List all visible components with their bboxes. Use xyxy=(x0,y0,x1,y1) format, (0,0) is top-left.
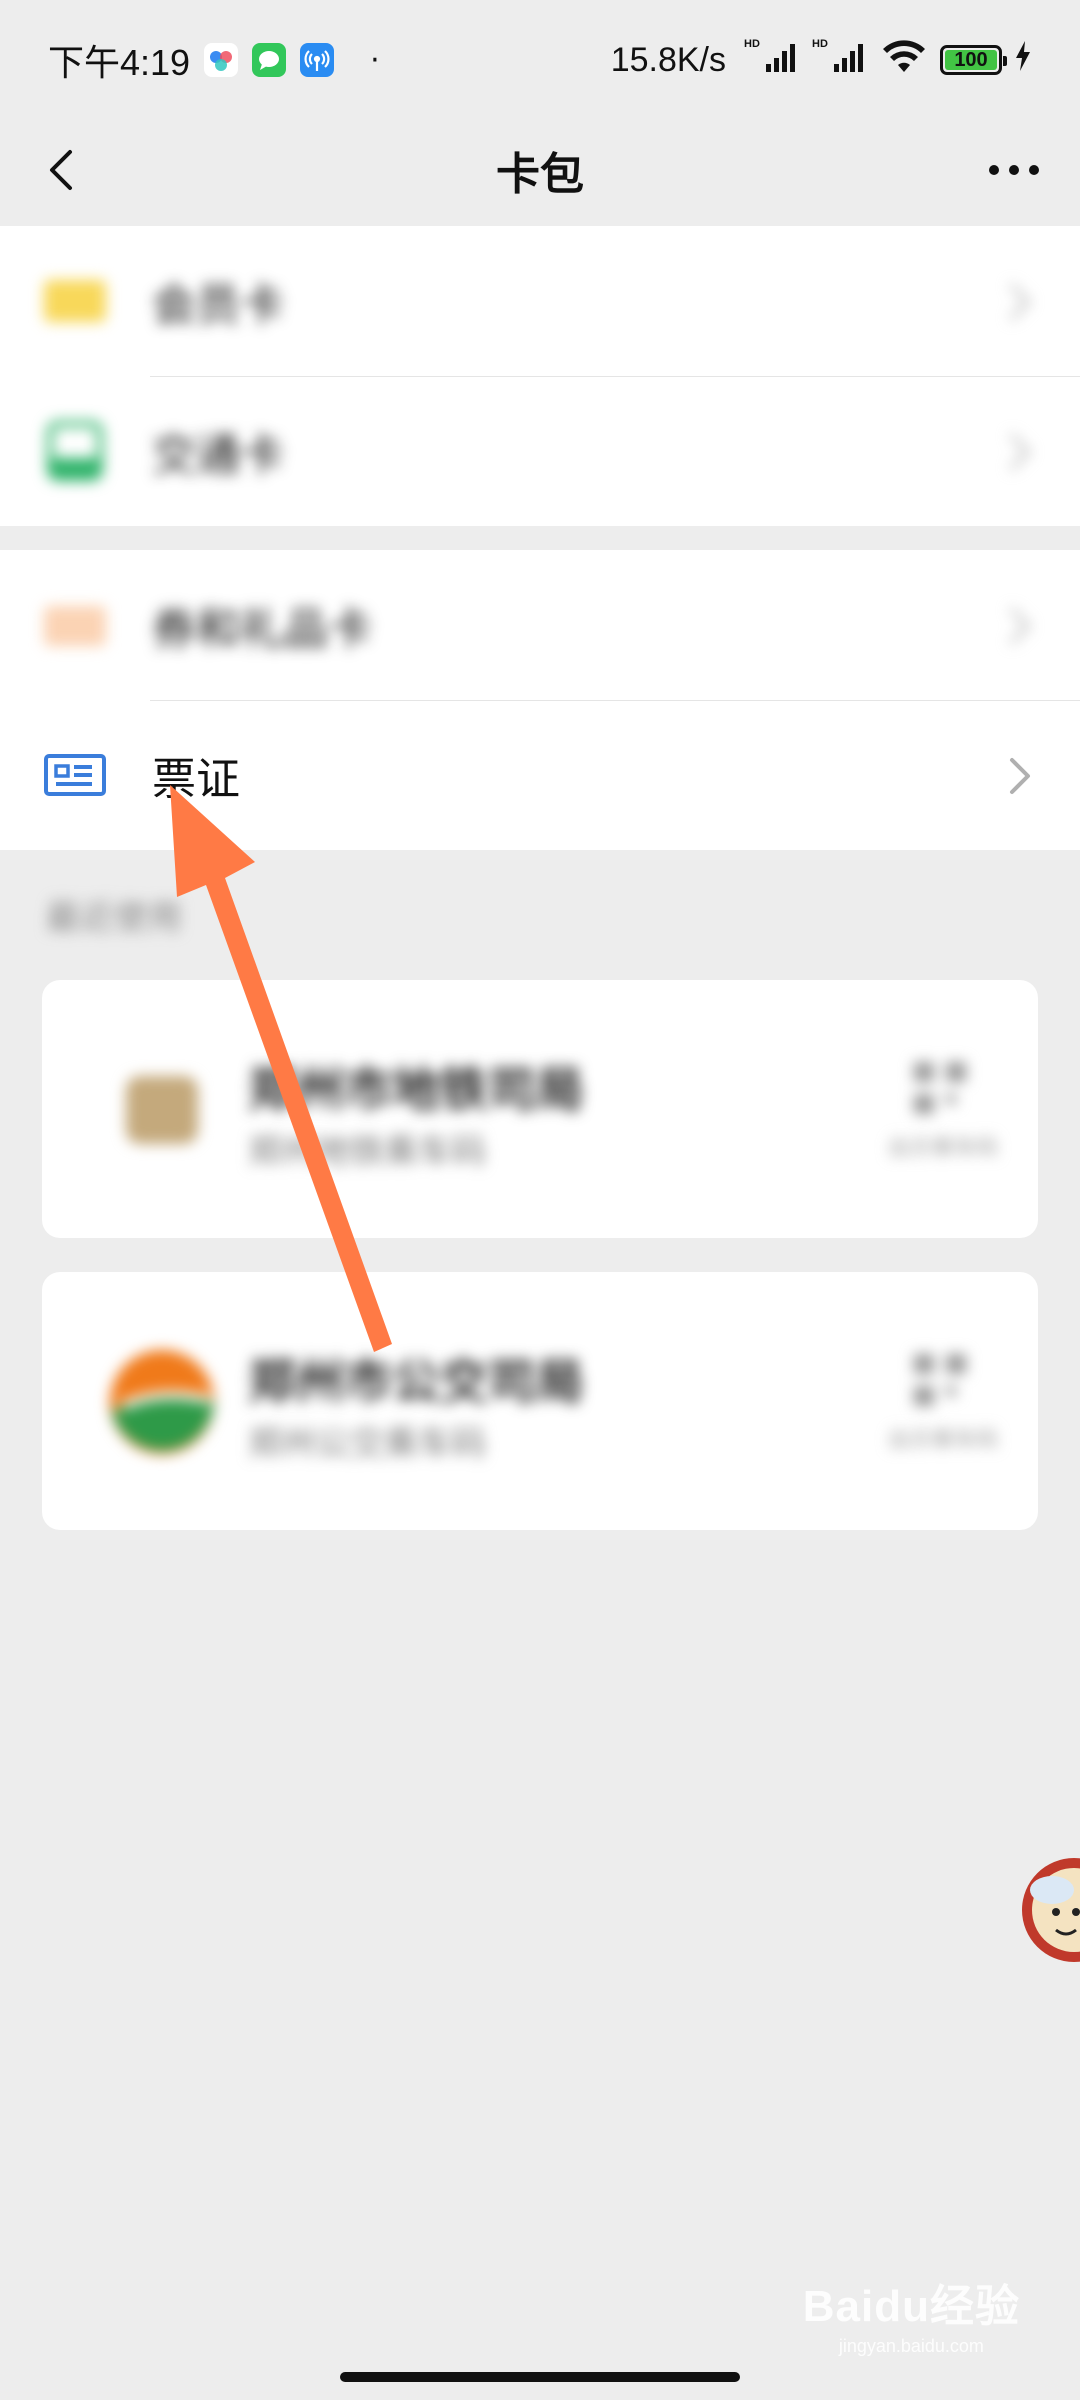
chevron-right-icon xyxy=(1006,430,1034,474)
charging-icon xyxy=(1014,40,1032,81)
divider xyxy=(150,700,1080,701)
list-item-coupons-gift-cards[interactable]: 券和礼品卡 xyxy=(0,550,1080,700)
recent-card-subtitle: 郑州公交乘车码 xyxy=(248,1424,486,1464)
recent-card-subtitle: 郑州地铁乘车码 xyxy=(248,1132,486,1172)
notification-dot: · xyxy=(370,42,380,78)
watermark-url: jingyan.baidu.com xyxy=(838,2336,984,2356)
qr-code-icon xyxy=(912,1060,968,1116)
watermark-logo: Baidu经验 xyxy=(802,2282,1020,2331)
hotspot-icon xyxy=(300,43,335,77)
bus-logo-icon xyxy=(102,1342,222,1462)
home-indicator[interactable] xyxy=(340,2372,740,2382)
list-item-label: 交通卡 xyxy=(152,430,284,481)
qr-code-label: 出示乘车码 xyxy=(887,1136,998,1161)
floating-mascot-icon[interactable] xyxy=(1012,1830,1080,1974)
svg-text:HD: HD xyxy=(744,38,760,50)
list-item-membership-card[interactable]: 会员卡 xyxy=(0,226,1080,376)
qr-code-icon xyxy=(912,1352,968,1408)
recent-card-name: 郑州市公交司局 xyxy=(248,1354,585,1410)
network-speed: 15.8K/s xyxy=(610,40,726,79)
wifi-icon xyxy=(880,38,928,83)
transit-card-icon xyxy=(42,418,108,484)
membership-card-icon xyxy=(42,268,108,334)
chevron-right-icon xyxy=(1006,280,1034,324)
coupon-icon xyxy=(42,592,108,658)
divider xyxy=(150,376,1080,377)
list-item-transit-card[interactable]: 交通卡 xyxy=(0,376,1080,526)
recent-card-name: 郑州市地铁司局 xyxy=(248,1062,585,1118)
battery-icon: 100 xyxy=(940,45,1007,75)
list-item-label: 券和礼品卡 xyxy=(152,604,372,655)
status-time: 下午4:19 xyxy=(48,42,191,83)
back-icon[interactable] xyxy=(36,140,96,200)
signal-icon-2: HD xyxy=(812,36,868,85)
recent-card-metro[interactable]: 郑州市地铁司局 郑州地铁乘车码 出示乘车码 xyxy=(42,980,1038,1238)
page-title: 卡包 xyxy=(496,149,584,200)
list-item-label: 会员卡 xyxy=(152,280,284,331)
chevron-right-icon xyxy=(1006,604,1034,648)
card-group-1: 会员卡 交通卡 xyxy=(0,226,1080,526)
id-card-icon xyxy=(42,742,108,808)
qr-code-label: 出示乘车码 xyxy=(887,1428,998,1453)
recent-section-header: 最近使用 xyxy=(46,898,182,938)
card-group-2: 券和礼品卡 票证 xyxy=(0,550,1080,850)
baidu-netdisk-icon xyxy=(204,43,239,77)
chevron-right-icon xyxy=(1006,754,1034,798)
watermark: Baidu经验 jingyan.baidu.com xyxy=(803,2270,1020,2357)
svg-text:HD: HD xyxy=(812,38,828,50)
list-item-label: 票证 xyxy=(152,754,240,805)
battery-level: 100 xyxy=(954,48,988,71)
signal-icon: HD xyxy=(744,36,800,85)
messages-icon xyxy=(252,43,287,77)
nav-bar: 卡包 xyxy=(0,120,1080,220)
recent-card-bus[interactable]: 郑州市公交司局 郑州公交乘车码 出示乘车码 xyxy=(42,1272,1038,1530)
metro-logo-icon xyxy=(102,1050,222,1170)
list-item-tickets[interactable]: 票证 xyxy=(0,700,1080,850)
status-bar: 下午4:19 · 15.8K/s HD HD 100 xyxy=(0,0,1080,120)
more-icon[interactable] xyxy=(986,150,1042,190)
